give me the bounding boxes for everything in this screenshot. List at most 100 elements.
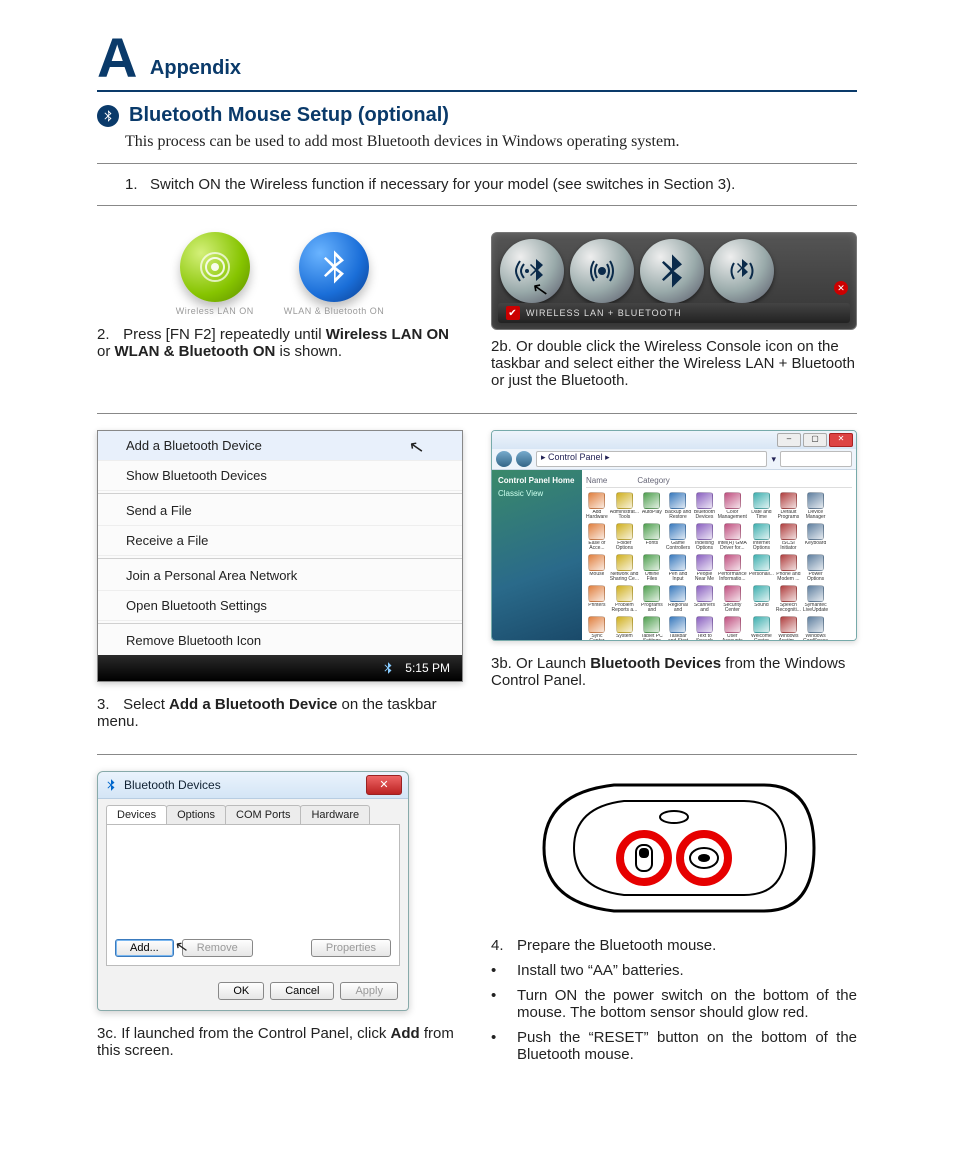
control-panel-item[interactable]: Text to Speech — [693, 616, 716, 640]
control-panel-item[interactable]: Bluetooth Devices — [693, 492, 716, 520]
control-panel-item[interactable]: Regional and Language... — [665, 585, 691, 613]
tab-options[interactable]: Options — [166, 805, 226, 824]
control-panel-item[interactable]: Add Hardware — [586, 492, 608, 520]
applet-icon — [643, 523, 660, 540]
control-panel-item[interactable]: Performance Informatio... — [718, 554, 747, 582]
control-panel-item[interactable]: System — [610, 616, 639, 640]
wc-wlan-icon[interactable] — [570, 239, 634, 303]
tab-hardware[interactable]: Hardware — [300, 805, 370, 824]
control-panel-item[interactable]: Mouse — [586, 554, 608, 582]
window-titlebar: – ▢ ✕ — [492, 431, 856, 449]
add-button[interactable]: Add... — [115, 939, 174, 957]
step-3-num: 3. — [97, 696, 119, 713]
control-panel-item[interactable]: Problem Reports a... — [610, 585, 639, 613]
mouse-bottom-diagram — [514, 773, 834, 923]
applet-label: Indexing Options — [693, 541, 716, 551]
control-panel-item[interactable]: Folder Options — [610, 523, 639, 551]
control-panel-item[interactable]: Backup and Restore C... — [665, 492, 691, 520]
control-panel-item[interactable]: Color Management — [718, 492, 747, 520]
control-panel-item[interactable]: Printers — [586, 585, 608, 613]
control-panel-item[interactable]: Sound — [749, 585, 774, 613]
applet-icon — [807, 492, 824, 509]
control-panel-item[interactable]: Speech Recogniti... — [776, 585, 801, 613]
applet-icon — [669, 616, 686, 633]
close-button[interactable]: ✕ — [829, 433, 853, 447]
control-panel-item[interactable]: Pen and Input Devices — [665, 554, 691, 582]
control-panel-item[interactable]: AutoPlay — [641, 492, 663, 520]
control-panel-item[interactable]: Indexing Options — [693, 523, 716, 551]
cancel-button[interactable]: Cancel — [270, 982, 334, 1000]
control-panel-item[interactable]: Date and Time — [749, 492, 774, 520]
applet-label: Speech Recogniti... — [776, 603, 801, 613]
control-panel-item[interactable]: Security Center — [718, 585, 747, 613]
ctx-receive-file[interactable]: Receive a File — [98, 526, 462, 556]
applet-icon — [696, 523, 713, 540]
control-panel-item[interactable]: Windows CardSpace — [803, 616, 828, 640]
remove-button[interactable]: Remove — [182, 939, 253, 957]
ctx-show-bluetooth-devices[interactable]: Show Bluetooth Devices — [98, 461, 462, 491]
ctx-send-file[interactable]: Send a File — [98, 496, 462, 526]
ctx-add-bluetooth-device[interactable]: Add a Bluetooth Device ↖ — [98, 431, 462, 461]
applet-label: People Near Me — [693, 572, 716, 582]
applet-label: Color Management — [718, 510, 747, 520]
control-panel-item[interactable]: Taskbar and Start Menu — [665, 616, 691, 640]
control-panel-item[interactable]: Network and Sharing Ce... — [610, 554, 639, 582]
address-bar[interactable]: ▸ Control Panel ▸ — [536, 451, 767, 467]
ctx-remove-bt-icon[interactable]: Remove Bluetooth Icon — [98, 626, 462, 655]
applet-label: User Accounts — [718, 634, 747, 640]
taskbar: 5:15 PM — [98, 655, 462, 681]
control-panel-item[interactable]: Personali... — [749, 554, 774, 582]
tab-com-ports[interactable]: COM Ports — [225, 805, 301, 824]
apply-button[interactable]: Apply — [340, 982, 398, 1000]
minimize-button[interactable]: – — [777, 433, 801, 447]
wc-disabled-icon[interactable] — [710, 239, 774, 303]
ctx-join-pan[interactable]: Join a Personal Area Network — [98, 561, 462, 591]
close-button[interactable]: ✕ — [366, 775, 402, 795]
applet-label: Sound — [754, 603, 768, 613]
control-panel-item[interactable]: Scanners and Cameras — [693, 585, 716, 613]
taskbar-bluetooth-icon[interactable] — [381, 661, 395, 675]
control-panel-item[interactable]: Windows Anytim... — [776, 616, 801, 640]
address-toolbar: ▸ Control Panel ▸ ▾ — [492, 449, 856, 470]
control-panel-item[interactable]: Symantec LiveUpdate — [803, 585, 828, 613]
tab-devices[interactable]: Devices — [106, 805, 167, 824]
forward-button[interactable] — [516, 451, 532, 467]
sidebar-classic-view[interactable]: Classic View — [498, 489, 576, 498]
applet-icon — [588, 492, 605, 509]
maximize-button[interactable]: ▢ — [803, 433, 827, 447]
control-panel-item[interactable]: Internet Options — [749, 523, 774, 551]
applet-icon — [616, 492, 633, 509]
wireless-badges: Wireless LAN ON WLAN & Bluetooth ON — [97, 232, 463, 316]
applet-icon — [588, 554, 605, 571]
step-3c-text: If launched from the Control Panel, clic… — [97, 1025, 454, 1059]
control-panel-item[interactable]: Programs and Features — [641, 585, 663, 613]
control-panel-item[interactable]: Phone and Modem ... — [776, 554, 801, 582]
control-panel-item[interactable]: iSCSI Initiator — [776, 523, 801, 551]
applet-label: Regional and Language... — [665, 603, 691, 613]
wc-bluetooth-icon[interactable] — [640, 239, 704, 303]
control-panel-item[interactable]: People Near Me — [693, 554, 716, 582]
control-panel-item[interactable]: Offline Files — [641, 554, 663, 582]
properties-button[interactable]: Properties — [311, 939, 391, 957]
control-panel-item[interactable]: Game Controllers — [665, 523, 691, 551]
applet-label: Game Controllers — [665, 541, 691, 551]
ok-button[interactable]: OK — [218, 982, 264, 1000]
ctx-open-bt-settings[interactable]: Open Bluetooth Settings — [98, 591, 462, 621]
applet-icon — [696, 492, 713, 509]
control-panel-item[interactable]: Intel(R) GMA Driver for... — [718, 523, 747, 551]
control-panel-item[interactable]: Welcome Center — [749, 616, 774, 640]
search-box[interactable] — [780, 451, 852, 467]
control-panel-item[interactable]: Device Manager — [803, 492, 828, 520]
control-panel-item[interactable]: Fonts — [641, 523, 663, 551]
back-button[interactable] — [496, 451, 512, 467]
control-panel-item[interactable]: User Accounts — [718, 616, 747, 640]
control-panel-item[interactable]: Administrat... Tools — [610, 492, 639, 520]
control-panel-item[interactable]: Sync Center — [586, 616, 608, 640]
control-panel-item[interactable]: Keyboard — [803, 523, 828, 551]
control-panel-item[interactable]: Ease of Acce... — [586, 523, 608, 551]
control-panel-item[interactable]: Power Options — [803, 554, 828, 582]
step-2b-text: Or double click the Wireless Console ico… — [491, 338, 855, 389]
control-panel-item[interactable]: Default Programs — [776, 492, 801, 520]
applet-label: Device Manager — [803, 510, 828, 520]
control-panel-item[interactable]: Tablet PC Settings — [641, 616, 663, 640]
